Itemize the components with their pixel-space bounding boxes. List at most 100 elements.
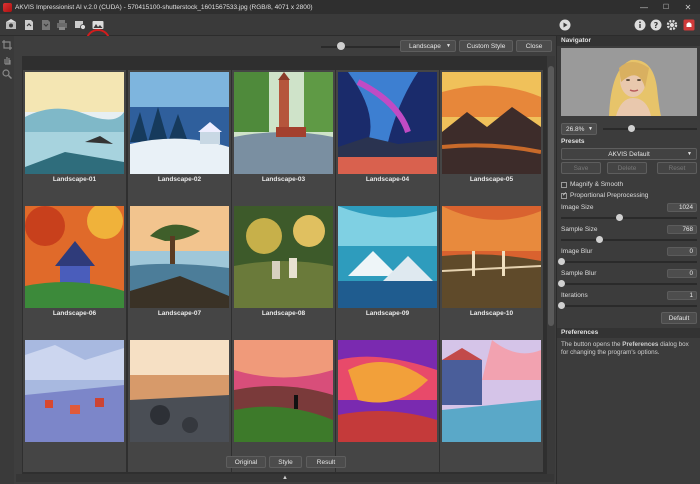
run-icon[interactable]	[558, 18, 572, 32]
preset-thumbnail	[25, 72, 124, 174]
preset-label: Landscape-01	[52, 176, 97, 183]
image-size-slider[interactable]	[561, 217, 697, 219]
preset-thumbnail	[338, 340, 437, 442]
thumbnail-size-thumb[interactable]	[337, 42, 345, 50]
gallery-scrollbar[interactable]	[547, 56, 555, 480]
preset-thumbnail	[442, 340, 541, 442]
image-blur-thumb[interactable]	[558, 258, 565, 265]
iterations-slider[interactable]	[561, 305, 697, 307]
preset-label: Landscape-05	[469, 176, 514, 183]
preset-card[interactable]: Landscape-06	[23, 204, 126, 338]
preset-label: Landscape-03	[261, 176, 306, 183]
preset-select-value: AKVIS Default	[608, 150, 650, 158]
image-size-thumb[interactable]	[616, 214, 623, 221]
magnify-smooth-label: Magnify & Smooth	[570, 181, 624, 188]
sample-size-label: Sample Size	[561, 226, 598, 233]
proportional-checkbox[interactable]	[561, 191, 567, 199]
iterations-thumb[interactable]	[558, 302, 565, 309]
preset-select[interactable]: AKVIS Default ▼	[561, 148, 697, 160]
preset-card[interactable]: Landscape-02	[128, 70, 231, 204]
sample-blur-value[interactable]: 0	[667, 269, 697, 278]
help-text-bold: Preferences	[622, 341, 659, 348]
preset-card[interactable]: Landscape-09	[336, 204, 439, 338]
chevron-down-icon: ▼	[446, 43, 451, 49]
image-blur-value[interactable]: 0	[667, 247, 697, 256]
zoom-value: 26.8%	[566, 125, 585, 133]
about-icon[interactable]	[633, 18, 647, 32]
image-size-value[interactable]: 1024	[667, 203, 697, 212]
preset-card[interactable]: Landscape-04	[336, 70, 439, 204]
preset-thumbnail	[130, 206, 229, 308]
navigator-preview[interactable]	[561, 48, 697, 116]
close-gallery-button[interactable]: Close	[516, 40, 552, 52]
save-file-icon[interactable]	[39, 18, 53, 32]
batch-icon[interactable]	[73, 18, 87, 32]
sample-size-thumb[interactable]	[596, 236, 603, 243]
image-blur-label: Image Blur	[561, 248, 593, 255]
sample-blur-thumb[interactable]	[558, 280, 565, 287]
save-preset-button[interactable]: Save	[561, 162, 601, 174]
left-tool-strip	[0, 36, 14, 484]
thumbnail-size-slider[interactable]	[321, 46, 407, 48]
home-icon[interactable]	[4, 18, 18, 32]
original-view-button[interactable]: Original	[226, 456, 266, 468]
chevron-down-icon: ▼	[588, 126, 593, 132]
preset-card[interactable]: Landscape-01	[23, 70, 126, 204]
category-select-value: Landscape	[409, 42, 441, 50]
preset-label: Landscape-10	[469, 310, 514, 317]
preset-thumbnail	[442, 206, 541, 308]
delete-preset-button[interactable]: Delete	[607, 162, 647, 174]
gallery-top-bar: Landscape ▼ Custom Style Close	[14, 36, 556, 56]
reset-preset-button[interactable]: Reset	[657, 162, 697, 174]
sample-blur-slider[interactable]	[561, 283, 697, 285]
notifications-icon[interactable]	[682, 18, 696, 32]
preset-card[interactable]: Landscape-08	[232, 204, 335, 338]
default-button[interactable]: Default	[661, 312, 697, 324]
settings-icon[interactable]	[665, 18, 679, 32]
settings-panel: Navigator 26.8% ▼ Presets AKVIS Default …	[556, 36, 700, 484]
zoom-slider-thumb[interactable]	[628, 125, 635, 132]
help-icon[interactable]: ?	[649, 18, 663, 32]
print-icon[interactable]	[55, 18, 69, 32]
preset-card[interactable]: Landscape-05	[440, 70, 543, 204]
sample-size-slider[interactable]	[561, 239, 697, 241]
zoom-select[interactable]: 26.8% ▼	[561, 123, 597, 135]
style-view-button[interactable]: Style	[269, 456, 302, 468]
magnify-smooth-checkbox[interactable]	[561, 182, 567, 188]
toolbar: ?	[0, 14, 700, 51]
preset-thumbnail	[234, 72, 333, 174]
svg-text:?: ?	[654, 21, 659, 30]
maximize-button[interactable]: ☐	[655, 0, 677, 14]
preset-thumbnail	[130, 72, 229, 174]
preset-thumbnail	[130, 340, 229, 442]
open-file-icon[interactable]	[22, 18, 36, 32]
gallery-scrollbar-thumb[interactable]	[548, 66, 554, 326]
preset-card[interactable]: Landscape-03	[232, 70, 335, 204]
preferences-header: Preferences	[557, 328, 700, 338]
preset-thumbnail	[442, 72, 541, 174]
custom-style-button[interactable]: Custom Style	[459, 40, 513, 52]
preset-card[interactable]: Landscape-10	[440, 204, 543, 338]
sample-size-value[interactable]: 768	[667, 225, 697, 234]
hand-icon[interactable]	[2, 55, 12, 65]
preset-thumbnail	[25, 340, 124, 442]
category-select[interactable]: Landscape ▼	[400, 40, 456, 52]
proportional-label: Proportional Preprocessing	[570, 192, 649, 199]
preset-gallery: Landscape ▼ Custom Style Close Landscape…	[14, 36, 556, 484]
preset-thumbnail	[338, 206, 437, 308]
zoom-icon[interactable]	[2, 69, 12, 79]
close-window-button[interactable]: ✕	[677, 0, 699, 14]
result-view-button[interactable]: Result	[306, 456, 346, 468]
preset-card[interactable]: Landscape-07	[128, 204, 231, 338]
iterations-value[interactable]: 1	[667, 291, 697, 300]
minimize-button[interactable]: —	[633, 0, 655, 14]
preset-label: Landscape-02	[157, 176, 202, 183]
collapse-panel-button[interactable]: ▲	[16, 474, 554, 482]
image-blur-slider[interactable]	[561, 261, 697, 263]
crop-icon[interactable]	[2, 40, 12, 50]
preset-thumbnail	[234, 206, 333, 308]
view-mode-bar: Original Style Result ▲	[14, 452, 556, 484]
preset-label: Landscape-04	[365, 176, 410, 183]
presets-header: Presets	[557, 137, 700, 147]
zoom-slider[interactable]	[603, 128, 697, 130]
